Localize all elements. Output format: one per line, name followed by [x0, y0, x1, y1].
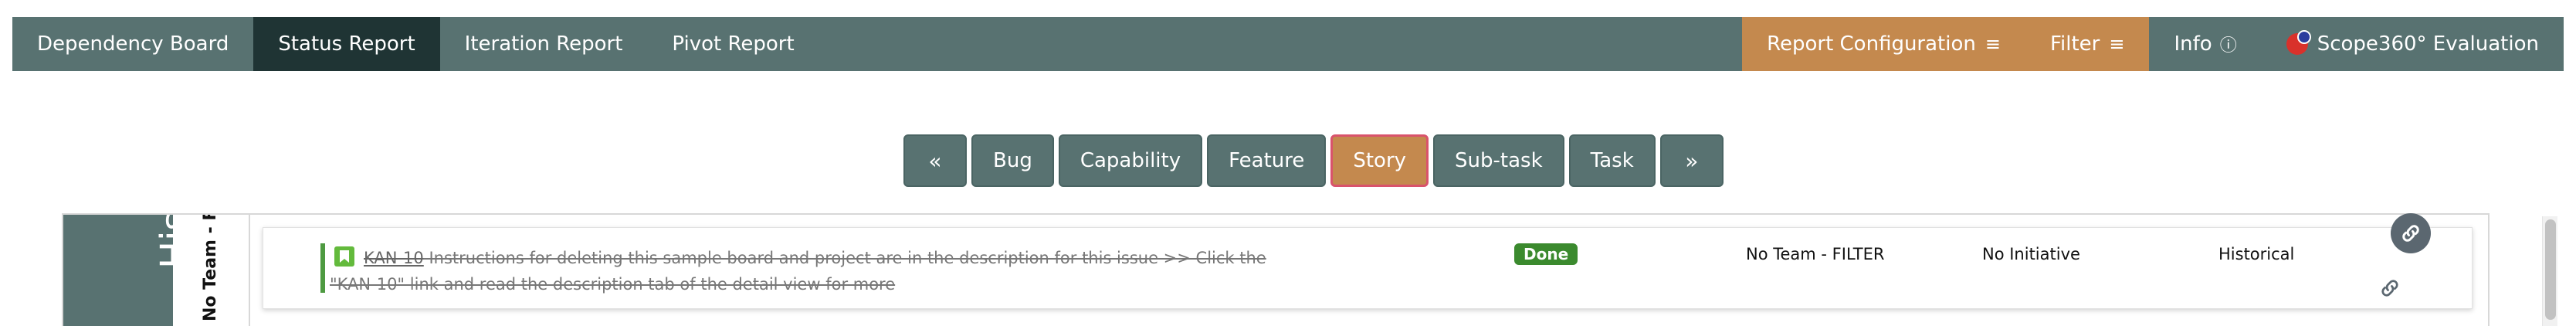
team-label: No Team - FILTER — [201, 215, 220, 321]
type-button-capability[interactable]: Capability — [1058, 134, 1203, 187]
vertical-scrollbar[interactable] — [2542, 216, 2557, 326]
nav-dependency-board-label: Dependency Board — [37, 32, 229, 56]
nav-iteration-report[interactable]: Iteration Report — [440, 17, 648, 71]
previous-types-button[interactable]: « — [903, 134, 967, 187]
hamburger-menu-icon: ≡ — [1985, 33, 2001, 55]
nav-dependency-board[interactable]: Dependency Board — [12, 17, 253, 71]
issue-team: No Team - FILTER — [1746, 245, 1885, 263]
nav-pivot-report-label: Pivot Report — [672, 32, 795, 56]
product-menu[interactable]: Scope360° Evaluation — [2262, 17, 2564, 71]
nav-status-report[interactable]: Status Report — [253, 17, 440, 71]
nav-iteration-report-label: Iteration Report — [464, 32, 623, 56]
dependency-link-button[interactable] — [2391, 213, 2431, 253]
nav-status-report-label: Status Report — [278, 32, 415, 56]
info-button[interactable]: Info ⓘ — [2149, 17, 2261, 71]
scrollbar-thumb[interactable] — [2545, 219, 2556, 320]
hamburger-menu-icon: ≡ — [2109, 33, 2125, 55]
page: Dependency Board Status Report Iteration… — [0, 0, 2576, 326]
type-button-task[interactable]: Task — [1568, 134, 1656, 187]
link-icon — [2402, 225, 2419, 242]
card-accent-bar — [320, 243, 325, 293]
top-navbar: Dependency Board Status Report Iteration… — [12, 17, 2564, 71]
swimlane-header: Historical — [63, 215, 173, 326]
issue-sprint: Historical — [2218, 245, 2295, 263]
info-icon: ⓘ — [2219, 36, 2237, 56]
nav-pivot-report[interactable]: Pivot Report — [647, 17, 819, 71]
next-types-button[interactable]: » — [1659, 134, 1724, 187]
card-link-button[interactable] — [2377, 275, 2403, 301]
issue-initiative: No Initiative — [1982, 245, 2080, 263]
status-badge: Done — [1514, 243, 1578, 265]
issue-card[interactable]: KAN-10 Instructions for deleting this sa… — [263, 227, 2473, 309]
type-button-bug[interactable]: Bug — [971, 134, 1054, 187]
issue-summary: Instructions for deleting this sample bo… — [330, 249, 1266, 294]
type-button-sub-task[interactable]: Sub-task — [1433, 134, 1564, 187]
filter-label: Filter — [2049, 32, 2100, 56]
link-icon — [2381, 280, 2398, 297]
issue-type-filter: « Bug Capability Feature Story Sub-task … — [903, 134, 1724, 187]
team-column: No Team - FILTER — [173, 215, 250, 326]
report-configuration-button[interactable]: Report Configuration ≡ — [1742, 17, 2025, 71]
report-configuration-label: Report Configuration — [1767, 32, 1976, 56]
issue-key-link[interactable]: KAN-10 — [364, 249, 424, 267]
type-button-feature[interactable]: Feature — [1207, 134, 1327, 187]
status-board: Historical No Team - FILTER KAN-10 Instr… — [62, 213, 2490, 326]
issue-title: KAN-10 Instructions for deleting this sa… — [330, 245, 1287, 297]
product-name: Scope360° Evaluation — [2317, 32, 2539, 56]
swimlane-label: Historical — [153, 215, 173, 269]
info-label: Info — [2174, 32, 2212, 56]
type-button-story[interactable]: Story — [1330, 134, 1429, 187]
filter-button[interactable]: Filter ≡ — [2025, 17, 2150, 71]
scope360-logo-icon — [2286, 30, 2311, 55]
